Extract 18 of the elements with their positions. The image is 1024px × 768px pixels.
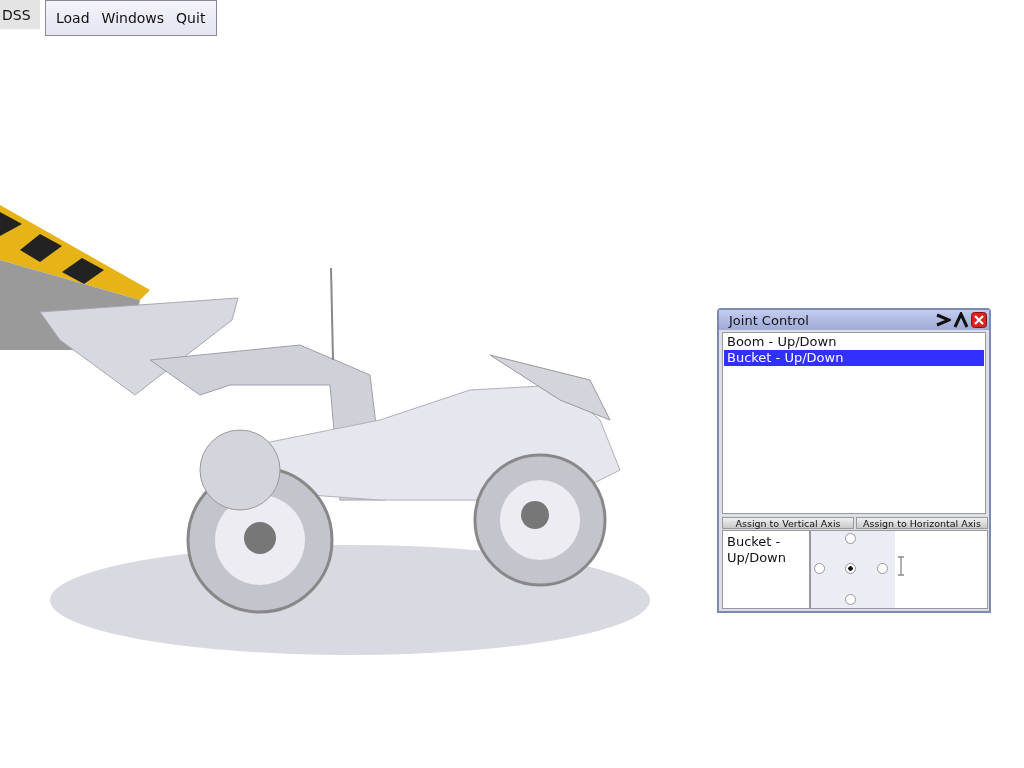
text-cursor-icon bbox=[897, 556, 905, 576]
close-icon[interactable] bbox=[971, 312, 987, 328]
assign-vertical-axis-button[interactable]: Assign to Vertical Axis bbox=[722, 517, 854, 529]
joint-list-item[interactable]: Boom - Up/Down bbox=[724, 334, 984, 350]
joint-list-item[interactable]: Bucket - Up/Down bbox=[724, 350, 984, 366]
radio-button[interactable] bbox=[814, 563, 825, 574]
chevron-right-icon[interactable] bbox=[935, 312, 951, 328]
assign-horizontal-axis-button[interactable]: Assign to Horizontal Axis bbox=[856, 517, 988, 529]
window-title: Joint Control bbox=[729, 312, 810, 328]
menu-item[interactable]: Windows bbox=[97, 10, 169, 26]
app-label: DSS bbox=[0, 0, 40, 29]
menu-item[interactable]: Load bbox=[52, 10, 94, 26]
radio-button[interactable] bbox=[877, 563, 888, 574]
radio-button[interactable] bbox=[845, 594, 856, 605]
radio-button[interactable] bbox=[845, 533, 856, 544]
radio-button[interactable] bbox=[845, 563, 856, 574]
menu-item[interactable]: Quit bbox=[172, 10, 210, 26]
chevron-up-icon[interactable] bbox=[953, 312, 969, 328]
